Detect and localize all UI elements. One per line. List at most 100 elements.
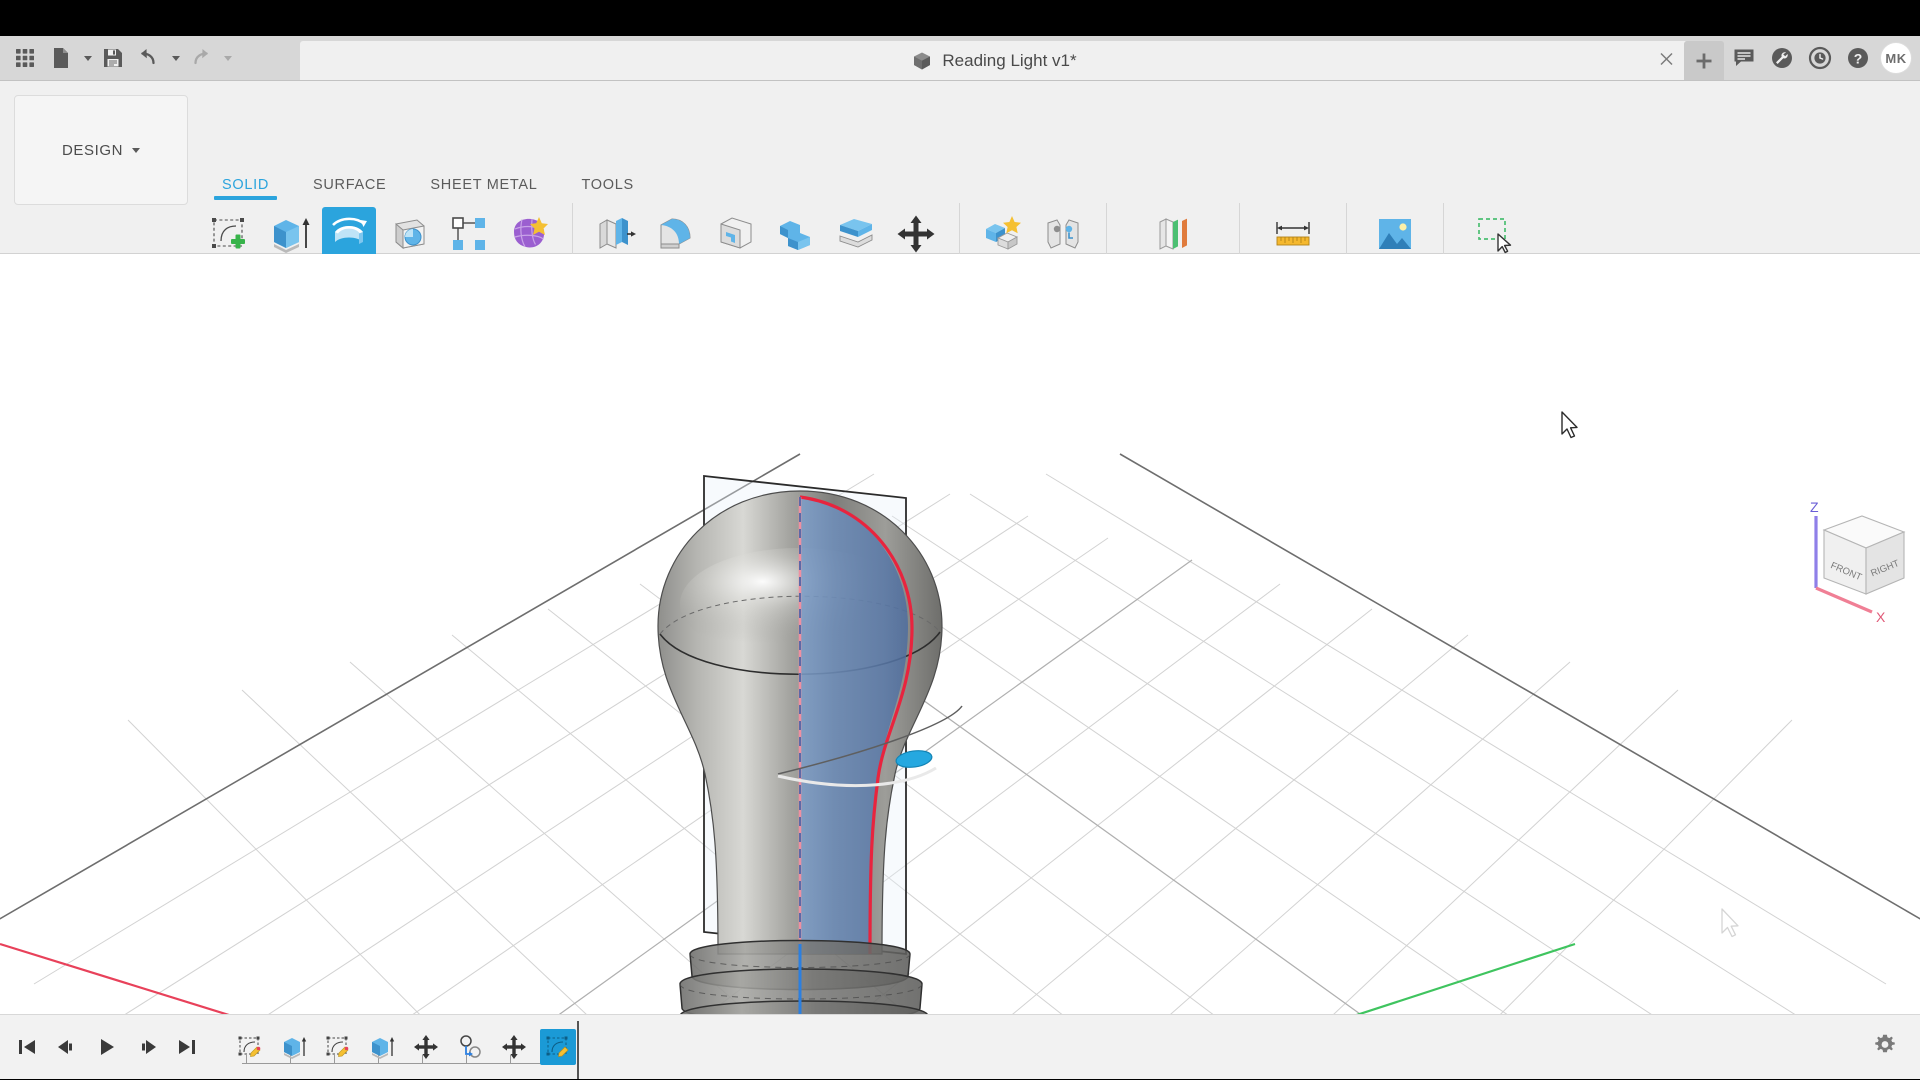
viewport-canvas[interactable]: Z X FRONT RIGHT bbox=[0, 254, 1920, 1014]
chevron-down-icon bbox=[84, 56, 92, 61]
quick-access-toolbar bbox=[0, 36, 234, 80]
file-icon bbox=[51, 47, 71, 69]
tab-sheet-metal[interactable]: SHEET METAL bbox=[408, 177, 559, 200]
tab-solid[interactable]: SOLID bbox=[200, 177, 291, 200]
new-component-button[interactable] bbox=[976, 207, 1030, 261]
form-sculpt-icon bbox=[507, 212, 551, 256]
insert-tools bbox=[1368, 203, 1422, 261]
move-arrows-icon bbox=[896, 214, 936, 254]
undo-button[interactable] bbox=[132, 41, 166, 75]
shell-icon bbox=[714, 212, 758, 256]
timeline-play-button[interactable] bbox=[92, 1032, 122, 1062]
timeline-feature-move-2[interactable] bbox=[496, 1029, 532, 1065]
extrude-icon bbox=[368, 1033, 396, 1061]
viewcube-x-label: X bbox=[1876, 609, 1886, 625]
account-avatar[interactable]: MK bbox=[1878, 40, 1914, 76]
file-dropdown-arrow[interactable] bbox=[80, 41, 94, 75]
tab-surface[interactable]: SURFACE bbox=[291, 177, 408, 200]
insert-image-button[interactable] bbox=[1368, 207, 1422, 261]
file-button[interactable] bbox=[44, 41, 78, 75]
extensions-button[interactable] bbox=[1764, 40, 1800, 76]
page-title: Reading Light v1* bbox=[942, 51, 1076, 71]
chevron-down-icon bbox=[172, 56, 180, 61]
shell-button[interactable] bbox=[709, 207, 763, 261]
fillet-icon bbox=[654, 212, 698, 256]
document-tab[interactable]: Reading Light v1* bbox=[300, 41, 1688, 80]
create-sketch-button[interactable] bbox=[202, 207, 256, 261]
pattern-button[interactable] bbox=[442, 207, 496, 261]
select-button[interactable] bbox=[1467, 207, 1521, 261]
select-tools bbox=[1467, 203, 1521, 261]
cube-icon bbox=[911, 51, 933, 71]
viewport-scene: Z X FRONT RIGHT bbox=[0, 254, 1920, 1014]
modify-tools bbox=[589, 203, 943, 261]
combine-icon bbox=[774, 212, 818, 256]
timeline-feature-extrude-1[interactable] bbox=[276, 1029, 312, 1065]
create-form-button[interactable] bbox=[502, 207, 556, 261]
comments-button[interactable] bbox=[1726, 40, 1762, 76]
timeline-position-marker[interactable] bbox=[577, 1021, 579, 1079]
sketch-icon bbox=[544, 1033, 572, 1061]
step-back-icon bbox=[56, 1036, 78, 1058]
ribbon-toolbar: DESIGN SOLID SURFACE SHEET METAL TOOLS bbox=[0, 81, 1920, 254]
undo-dropdown-arrow[interactable] bbox=[168, 41, 182, 75]
avatar: MK bbox=[1880, 42, 1912, 74]
help-button[interactable]: ? bbox=[1840, 40, 1876, 76]
titlebar-right-tools: ? MK bbox=[1684, 36, 1914, 80]
press-pull-button[interactable] bbox=[589, 207, 643, 261]
close-document-button[interactable] bbox=[1659, 51, 1674, 70]
new-component-icon bbox=[981, 212, 1025, 256]
offset-face-button[interactable] bbox=[829, 207, 883, 261]
timeline-skip-last-button[interactable] bbox=[172, 1032, 202, 1062]
extrude-icon bbox=[267, 212, 311, 256]
move-arrows-icon bbox=[413, 1034, 439, 1060]
app-grid-button[interactable] bbox=[8, 41, 42, 75]
tab-tools[interactable]: TOOLS bbox=[559, 177, 655, 200]
offset-face-icon bbox=[834, 212, 878, 256]
plus-icon bbox=[1694, 51, 1714, 71]
inspect-tools bbox=[1266, 203, 1320, 261]
timeline-features bbox=[232, 1025, 576, 1069]
timeline-playback-controls bbox=[0, 1032, 202, 1062]
ribbon-tabs: SOLID SURFACE SHEET METAL TOOLS bbox=[200, 177, 656, 200]
offset-plane-button[interactable] bbox=[1146, 207, 1200, 261]
skip-last-icon bbox=[176, 1036, 198, 1058]
select-window-icon bbox=[1472, 212, 1516, 256]
extrude-icon bbox=[280, 1033, 308, 1061]
undo-icon bbox=[137, 47, 161, 69]
job-status-button[interactable] bbox=[1802, 40, 1838, 76]
save-button[interactable] bbox=[96, 41, 130, 75]
redo-button[interactable] bbox=[184, 41, 218, 75]
offset-plane-icon bbox=[1151, 212, 1195, 256]
measure-button[interactable] bbox=[1266, 207, 1320, 261]
create-tools bbox=[202, 203, 556, 261]
fillet-button[interactable] bbox=[649, 207, 703, 261]
timeline-feature-extrude-2[interactable] bbox=[364, 1029, 400, 1065]
save-icon bbox=[102, 47, 124, 69]
timeline-step-forward-button[interactable] bbox=[132, 1032, 162, 1062]
help-icon: ? bbox=[1846, 46, 1870, 70]
combine-button[interactable] bbox=[769, 207, 823, 261]
sketch-icon bbox=[236, 1033, 264, 1061]
timeline-feature-joint-1[interactable] bbox=[452, 1029, 488, 1065]
revolve-button[interactable] bbox=[322, 207, 376, 261]
redo-dropdown-arrow[interactable] bbox=[220, 41, 234, 75]
extrude-button[interactable] bbox=[262, 207, 316, 261]
new-tab-button[interactable] bbox=[1684, 41, 1724, 80]
timeline-feature-sketch-3[interactable] bbox=[540, 1029, 576, 1065]
timeline-feature-move-1[interactable] bbox=[408, 1029, 444, 1065]
timeline-settings-button[interactable] bbox=[1872, 1032, 1898, 1063]
sphere-cut-icon bbox=[387, 212, 431, 256]
joint-button[interactable] bbox=[1036, 207, 1090, 261]
timeline-feature-sketch-1[interactable] bbox=[232, 1029, 268, 1065]
timeline-feature-sketch-2[interactable] bbox=[320, 1029, 356, 1065]
grid-apps-icon bbox=[14, 47, 36, 69]
sweep-button[interactable] bbox=[382, 207, 436, 261]
workspace-selector[interactable]: DESIGN bbox=[14, 95, 188, 205]
wrench-circle-icon bbox=[1770, 46, 1794, 70]
gear-icon bbox=[1872, 1032, 1898, 1058]
timeline-step-back-button[interactable] bbox=[52, 1032, 82, 1062]
timeline-skip-first-button[interactable] bbox=[12, 1032, 42, 1062]
move-copy-button[interactable] bbox=[889, 207, 943, 261]
ruler-icon bbox=[1271, 214, 1315, 254]
